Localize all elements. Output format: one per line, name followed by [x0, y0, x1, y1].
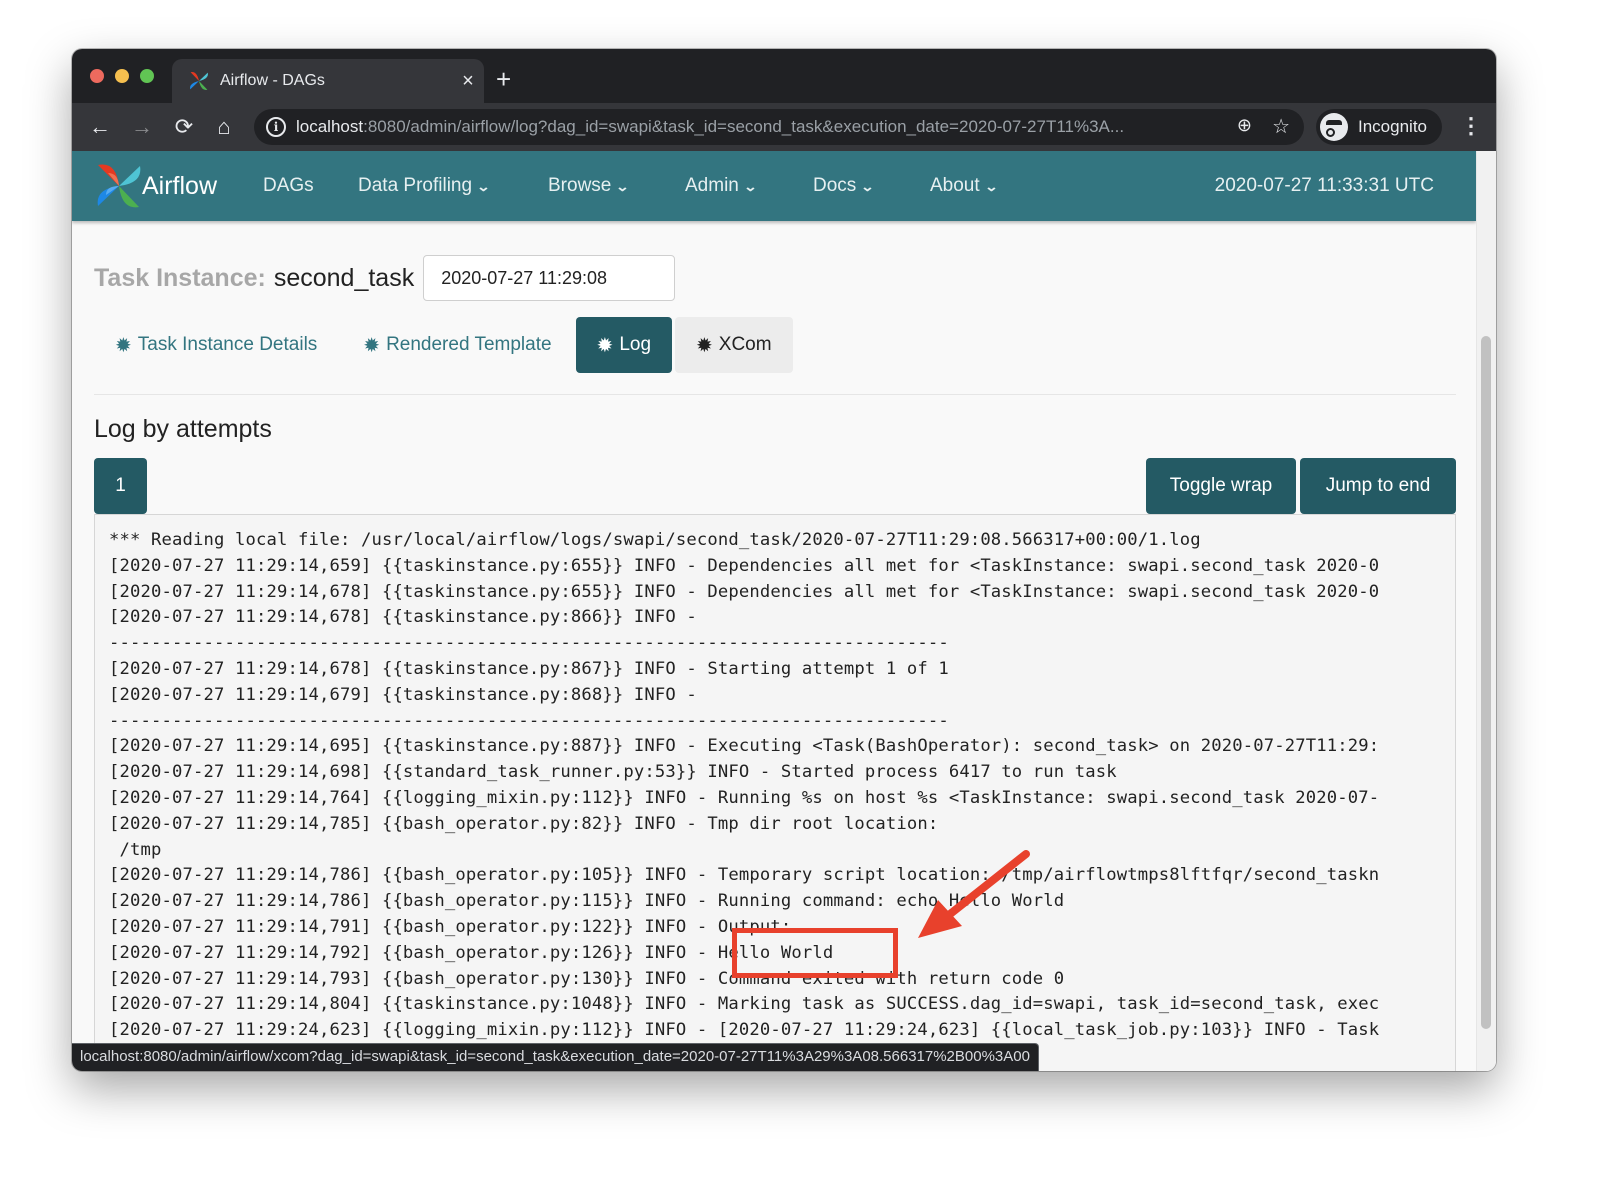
attempt-1-button[interactable]: 1 — [94, 458, 147, 514]
airflow-pinwheel-logo-icon — [97, 164, 141, 208]
highlight-box-annotation — [732, 928, 898, 978]
browser-tab-active[interactable]: Airflow - DAGs × — [172, 59, 484, 103]
home-icon[interactable]: ⌂ — [210, 113, 238, 141]
site-info-icon[interactable]: i — [266, 117, 286, 137]
link-hover-status: localhost:8080/admin/airflow/xcom?dag_id… — [72, 1043, 1039, 1071]
execution-date-select[interactable]: 2020-07-27 11:29:08 — [423, 255, 676, 301]
log-line: [2020-07-27 11:29:14,792] {{bash_operato… — [109, 942, 834, 963]
nav-browse-label: Browse — [548, 175, 612, 196]
gear-icon: ✹ — [363, 334, 381, 357]
chevron-down-icon: ⌄ — [743, 179, 758, 194]
tab-close-icon[interactable]: × — [452, 70, 484, 93]
log-line: [2020-07-27 11:29:14,678] {{taskinstance… — [109, 581, 1380, 602]
brand-name: Airflow — [142, 171, 218, 200]
nav-about[interactable]: About ⌄ — [930, 175, 999, 197]
log-line: ----------------------------------------… — [109, 710, 949, 731]
log-line: [2020-07-27 11:29:14,793] {{bash_operato… — [109, 968, 1065, 989]
tab-label: Rendered Template — [386, 334, 552, 355]
log-line: /tmp — [109, 839, 162, 860]
reload-icon[interactable]: ⟳ — [170, 113, 198, 141]
jump-to-end-button[interactable]: Jump to end — [1300, 458, 1456, 514]
toggle-wrap-button[interactable]: Toggle wrap — [1146, 458, 1296, 514]
log-line: [2020-07-27 11:29:14,804] {{taskinstance… — [109, 994, 1380, 1015]
airflow-brand-link[interactable]: Airflow — [94, 161, 217, 211]
back-arrow-icon[interactable]: ← — [86, 113, 114, 141]
airflow-favicon-icon — [190, 72, 208, 90]
task-instance-name: second_task — [273, 263, 415, 292]
new-tab-button[interactable]: + — [496, 65, 511, 93]
incognito-label: Incognito — [1358, 117, 1427, 136]
nav-docs[interactable]: Docs ⌄ — [813, 175, 875, 197]
url-path: :8080/admin/airflow/log?dag_id=swapi&tas… — [363, 117, 1125, 136]
log-line: [2020-07-27 11:29:14,698] {{standard_tas… — [109, 762, 1117, 783]
page-scrollbar-thumb[interactable] — [1481, 336, 1491, 1029]
divider — [94, 394, 1456, 395]
log-line: [2020-07-27 11:29:24,623] {{logging_mixi… — [109, 1020, 1380, 1041]
zoom-icon[interactable]: ⊕ — [1237, 115, 1252, 136]
nav-about-label: About — [930, 175, 980, 196]
browser-toolbar: ← → ⟳ ⌂ i localhost:8080/admin/airflow/l… — [72, 103, 1496, 151]
chevron-down-icon: ⌄ — [476, 179, 491, 194]
utc-clock: 2020-07-27 11:33:31 UTC — [1214, 175, 1434, 196]
task-instance-tabs: ✹ Task Instance Details ✹ Rendered Templ… — [94, 317, 793, 373]
log-line: [2020-07-27 11:29:14,659] {{taskinstance… — [109, 555, 1380, 576]
tab-strip: Airflow - DAGs × + — [72, 49, 1496, 103]
nav-data-profiling[interactable]: Data Profiling ⌄ — [358, 175, 491, 197]
bookmark-star-icon[interactable]: ☆ — [1272, 114, 1290, 139]
incognito-icon — [1320, 113, 1348, 141]
log-line: [2020-07-27 11:29:14,678] {{taskinstance… — [109, 607, 708, 628]
log-line: [2020-07-27 11:29:14,785] {{bash_operato… — [109, 813, 949, 834]
minimize-window-button[interactable] — [115, 69, 129, 83]
airflow-navbar: Airflow DAGs Data Profiling ⌄ Browse ⌄ Adm… — [72, 151, 1476, 221]
nav-admin[interactable]: Admin ⌄ — [685, 175, 758, 197]
tab-xcom[interactable]: ✹ XCom — [675, 317, 793, 373]
log-line: [2020-07-27 11:29:14,791] {{bash_operato… — [109, 916, 792, 937]
tab-label: XCom — [718, 334, 772, 355]
nav-docs-label: Docs — [813, 175, 857, 196]
nav-admin-label: Admin — [685, 175, 739, 196]
url-host: localhost — [296, 117, 364, 136]
log-line: *** Reading local file: /usr/local/airfl… — [109, 530, 1201, 550]
log-line: [2020-07-27 11:29:14,695] {{taskinstance… — [109, 736, 1380, 757]
incognito-profile-button[interactable]: Incognito — [1316, 109, 1442, 145]
gear-icon: ✹ — [596, 334, 614, 357]
nav-dags-label: DAGs — [263, 175, 314, 196]
address-bar[interactable]: i localhost:8080/admin/airflow/log?dag_i… — [254, 109, 1304, 145]
tab-task-instance-details[interactable]: ✹ Task Instance Details — [94, 317, 338, 373]
log-output[interactable]: *** Reading local file: /usr/local/airfl… — [94, 514, 1456, 1071]
close-window-button[interactable] — [90, 69, 104, 83]
tab-label: Task Instance Details — [137, 334, 318, 355]
nav-data-profiling-label: Data Profiling — [358, 175, 473, 196]
page-scrollbar[interactable] — [1476, 151, 1496, 1071]
tab-rendered-template[interactable]: ✹ Rendered Template — [342, 317, 572, 373]
tab-label: Log — [619, 334, 652, 355]
nav-browse[interactable]: Browse ⌄ — [548, 175, 630, 197]
log-line: [2020-07-27 11:29:14,786] {{bash_operato… — [109, 865, 1380, 886]
browser-menu-icon[interactable]: ⋮ — [1460, 113, 1482, 139]
forward-arrow-icon[interactable]: → — [128, 113, 156, 141]
nav-dags[interactable]: DAGs — [263, 175, 314, 197]
maximize-window-button[interactable] — [140, 69, 154, 83]
tab-title: Airflow - DAGs — [220, 72, 325, 89]
gear-icon: ✹ — [696, 334, 713, 357]
log-line: [2020-07-27 11:29:14,679] {{taskinstance… — [109, 684, 708, 705]
log-section-heading: Log by attempts — [94, 415, 272, 443]
annotation-arrow-icon — [918, 850, 1030, 938]
browser-window: Airflow - DAGs × + ← → ⟳ ⌂ i localhost:8… — [72, 49, 1496, 1071]
chevron-down-icon: ⌄ — [984, 179, 999, 194]
log-line: [2020-07-27 11:29:14,678] {{taskinstance… — [109, 658, 949, 679]
task-instance-label: Task Instance: — [94, 263, 266, 292]
task-instance-header: Task Instance: second_task 2020-07-27 11… — [94, 255, 676, 301]
tab-log[interactable]: ✹ Log — [575, 317, 673, 373]
chevron-down-icon: ⌄ — [615, 179, 630, 194]
log-line: [2020-07-27 11:29:14,764] {{logging_mixi… — [109, 787, 1380, 808]
chevron-down-icon: ⌄ — [860, 179, 875, 194]
gear-icon: ✹ — [115, 334, 132, 357]
log-line: ----------------------------------------… — [109, 633, 949, 654]
